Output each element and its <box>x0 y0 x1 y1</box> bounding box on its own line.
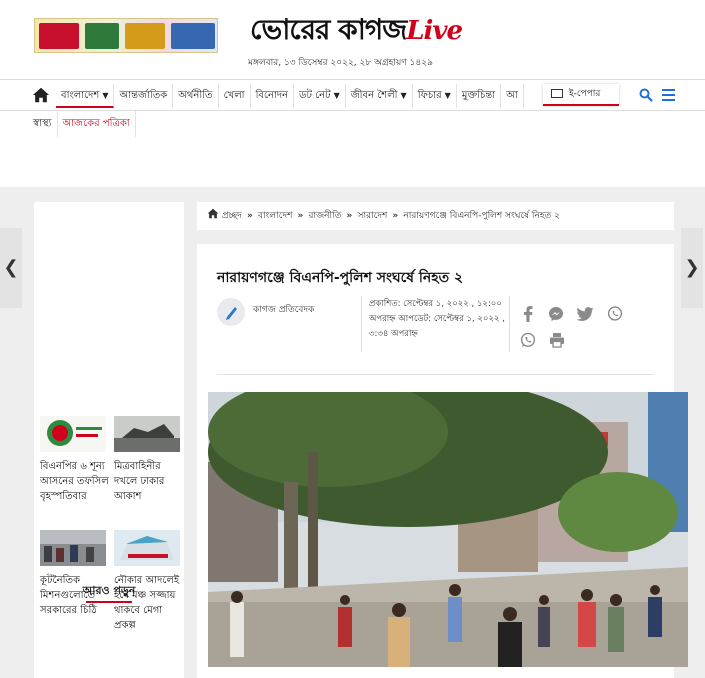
ad-block <box>125 23 165 49</box>
sub-nav: স্বাস্থ্য আজকের পত্রিকা <box>28 111 136 137</box>
breadcrumb-politics[interactable]: রাজনীতি <box>309 211 342 221</box>
twitter-icon[interactable] <box>577 307 594 321</box>
nav-items: বাংলাদেশ ▼ আন্তর্জাতিক অর্থনীতি খেলা বিনোদন ডট… <box>56 80 524 112</box>
card-title: নৌকার আদলেই হবে মঞ্চ সজ্জায় থাকবে মেগা … <box>114 575 180 631</box>
nav-item[interactable]: বিনোদন <box>251 84 295 108</box>
nav-item-label: ফিচার <box>417 90 442 101</box>
breadcrumb-bangladesh[interactable]: বাংলাদেশ <box>258 211 292 221</box>
sidebar: আরও পড়ুন বিএনপির ৬ শূন্য আসনের তফসিল বৃ… <box>34 202 184 678</box>
nav-item-label: খেলা <box>223 90 245 101</box>
nav-item-label: আন্তর্জাতিক <box>119 90 168 101</box>
subnav-item-health[interactable]: স্বাস্থ্য <box>28 111 58 137</box>
ad-block <box>171 23 215 49</box>
breadcrumb-current: নারায়ণগঞ্জে বিএনপি-পুলিশ সংঘর্ষে নিহত ২ <box>403 211 561 221</box>
published-time: প্রকাশিত: সেপ্টেম্বর ১, ২০২২ , ১২:০০ <box>369 299 502 309</box>
chevron-down-icon: ▼ <box>333 91 340 100</box>
whatsapp-icon[interactable] <box>520 332 536 348</box>
menu-icon[interactable] <box>662 89 675 101</box>
nav-item-label: আ <box>506 90 518 101</box>
breadcrumb: প্রচ্ছদ » বাংলাদেশ » রাজনীতি » সারাদেশ »… <box>197 202 674 230</box>
article-headline: নারায়ণগঞ্জে বিএনপি-পুলিশ সংঘর্ষে নিহত ২ <box>217 270 464 286</box>
chevron-down-icon: ▼ <box>444 91 451 100</box>
chevron-double-icon: » <box>294 211 307 221</box>
nav-item[interactable]: বাংলাদেশ ▼ <box>56 84 115 108</box>
card-thumbnail <box>114 416 180 452</box>
card-thumbnail <box>40 530 106 566</box>
nav-item[interactable]: খেলা <box>219 84 251 108</box>
newspaper-icon <box>551 89 563 98</box>
nav-item[interactable]: মুক্তচিন্তা <box>457 84 502 108</box>
nav-item-label: বিনোদন <box>255 90 289 101</box>
current-date: মঙ্গলবার, ১৩ ডিসেম্বর ২০২২, ২৮ অগ্রহায়ণ… <box>248 58 433 68</box>
nav-item[interactable]: ডট নেট ▼ <box>294 84 346 108</box>
advertisement-banner[interactable] <box>34 18 218 53</box>
search-icon[interactable] <box>639 88 653 102</box>
article-photo <box>208 392 688 667</box>
chevron-down-icon: ▼ <box>102 91 109 100</box>
related-card[interactable]: নৌকার আদলেই হবে মঞ্চ সজ্জায় থাকবে মেগা … <box>114 530 186 633</box>
card-title: মিত্রবাহিনীর দখলে ঢাকার আকাশ <box>114 461 165 502</box>
home-icon[interactable] <box>32 86 50 104</box>
chevron-double-icon: » <box>389 211 402 221</box>
home-icon[interactable] <box>207 208 219 219</box>
author-avatar <box>217 298 245 326</box>
card-thumbnail <box>40 416 106 452</box>
nav-item[interactable]: জীবন শৈলী ▼ <box>346 84 413 108</box>
epaper-button[interactable]: ই-পেপার <box>543 84 619 106</box>
divider <box>509 296 510 352</box>
nav-item[interactable]: ফিচার ▼ <box>413 84 457 108</box>
related-card[interactable]: বিএনপির ৬ শূন্য আসনের তফসিল বৃহস্পতিবার <box>40 416 112 504</box>
nav-item-label: জীবন শৈলী <box>350 90 398 101</box>
nav-item-label: বাংলাদেশ <box>61 90 100 101</box>
facebook-icon[interactable] <box>523 306 533 322</box>
prev-article-arrow-icon[interactable]: ❮ <box>0 228 22 308</box>
epaper-label: ই-পেপার <box>569 89 601 99</box>
nav-item-label: অর্থনীতি <box>178 90 213 101</box>
divider <box>361 296 362 352</box>
author-name[interactable]: কাগজ প্রতিবেদক <box>253 302 314 317</box>
related-card[interactable]: কূটনৈতিক মিশনগুলোতে সরকারের চিঠি <box>40 530 112 618</box>
card-thumbnail <box>114 530 180 566</box>
print-icon[interactable] <box>549 332 565 348</box>
article-meta: প্রকাশিত: সেপ্টেম্বর ১, ২০২২ , ১২:০০ অপর… <box>369 297 509 342</box>
logo-main: ভোরের কাগজ <box>250 13 407 46</box>
chevron-double-icon: » <box>343 211 356 221</box>
pen-icon <box>226 307 237 320</box>
viber-icon[interactable] <box>607 306 623 322</box>
nav-item[interactable]: আন্তর্জাতিক <box>114 84 174 108</box>
messenger-icon[interactable] <box>548 306 564 322</box>
ad-block <box>39 23 79 49</box>
card-title: বিএনপির ৬ শূন্য আসনের তফসিল বৃহস্পতিবার <box>40 461 109 502</box>
logo-live: Live <box>406 16 463 46</box>
nav-item[interactable]: অর্থনীতি <box>173 84 219 108</box>
nav-item-label: ডট নেট <box>299 90 331 101</box>
updated-time: অপরাহ্ন আপডেট: সেপ্টেম্বর ১, ২০২২ , ৩:৩৪… <box>369 314 505 339</box>
breadcrumb-countrywide[interactable]: সারাদেশ <box>358 211 388 221</box>
main-nav: বাংলাদেশ ▼ আন্তর্জাতিক অর্থনীতি খেলা বিনোদন ডট… <box>0 79 705 111</box>
chevron-double-icon: » <box>243 211 256 221</box>
site-logo[interactable]: ভোরের কাগজLive <box>250 8 463 55</box>
card-title: কূটনৈতিক মিশনগুলোতে সরকারের চিঠি <box>40 575 97 616</box>
ad-block <box>85 23 119 49</box>
breadcrumb-home[interactable]: প্রচ্ছদ <box>222 211 242 221</box>
nav-item-label: মুক্তচিন্তা <box>461 90 496 101</box>
related-card[interactable]: মিত্রবাহিনীর দখলে ঢাকার আকাশ <box>114 416 186 504</box>
subnav-item-todays-paper[interactable]: আজকের পত্রিকা <box>58 111 136 137</box>
nav-item[interactable]: আ <box>501 84 524 108</box>
site-header: ভোরের কাগজLive মঙ্গলবার, ১৩ ডিসেম্বর ২০২… <box>0 0 705 80</box>
divider-line <box>217 374 654 375</box>
chevron-down-icon: ▼ <box>400 91 407 100</box>
next-article-arrow-icon[interactable]: ❯ <box>681 228 703 308</box>
